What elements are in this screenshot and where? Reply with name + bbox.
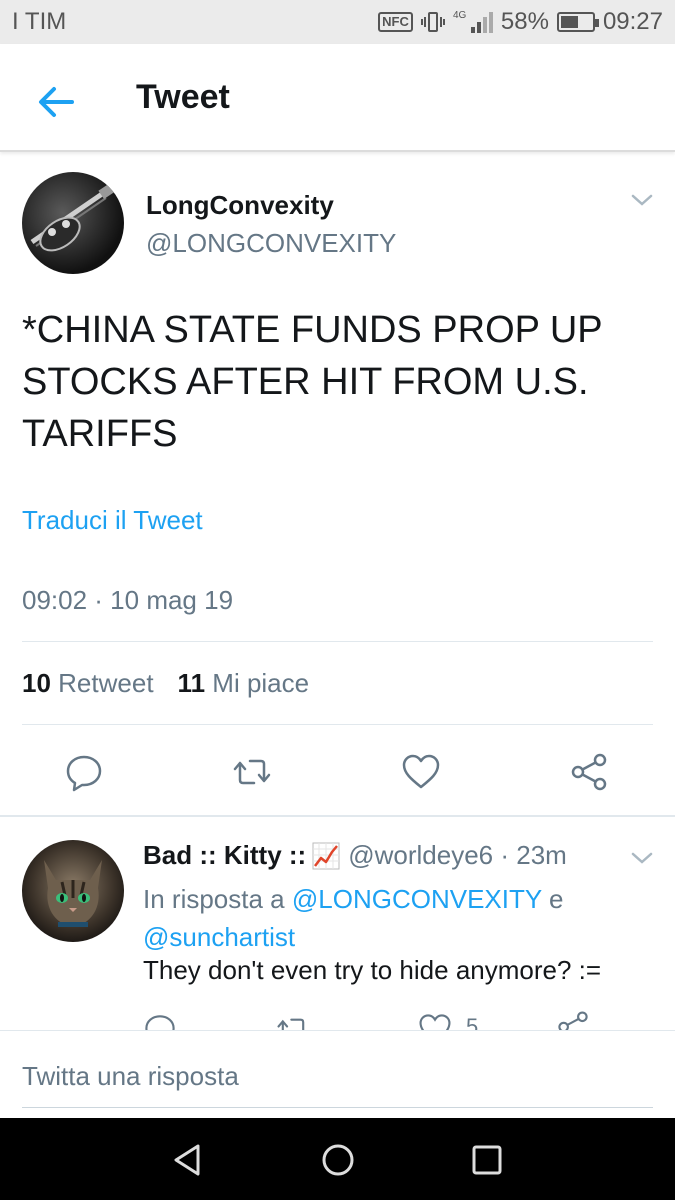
reply-handle[interactable]: @worldeye6	[348, 840, 493, 871]
reply-icon[interactable]	[64, 752, 104, 792]
retweet-count: 10	[22, 668, 51, 698]
status-icons: NFC 4G 58% 09:27	[378, 8, 663, 36]
chevron-down-icon[interactable]	[630, 192, 654, 208]
network-type-label: 4G	[453, 10, 467, 21]
nfc-icon: NFC	[378, 12, 413, 32]
author-handle[interactable]: @LONGCONVEXITY	[146, 228, 396, 259]
translate-tweet-link[interactable]: Traduci il Tweet	[22, 505, 203, 536]
tweet-timestamp: 09:02 · 10 mag 19	[22, 585, 234, 615]
system-nav-bar	[0, 1118, 675, 1200]
like-label: Mi piace	[212, 668, 310, 698]
share-icon[interactable]	[569, 752, 609, 792]
reply-separator: ·	[500, 840, 510, 870]
app-bar: Tweet	[0, 44, 675, 152]
like-count: 11	[177, 668, 206, 698]
author-name[interactable]: LongConvexity	[146, 190, 334, 221]
guitar-avatar-image	[30, 182, 116, 252]
carrier-label: I TIM	[12, 8, 67, 35]
vibrate-icon	[420, 12, 445, 32]
reply-like-count: 5	[466, 1014, 479, 1030]
battery-level-fill	[560, 16, 579, 28]
tweet-stats: 10 Retweet 11 Mi piace	[22, 668, 309, 699]
retweet-icon[interactable]	[276, 1012, 310, 1030]
cat-avatar-image	[44, 860, 102, 927]
heart-icon[interactable]	[418, 1012, 452, 1030]
mention-link[interactable]: @LONGCONVEXITY	[292, 884, 542, 914]
section-divider	[0, 815, 675, 817]
status-bar: I TIM NFC 4G 58% 09:27	[0, 0, 675, 44]
compose-underline	[22, 1107, 653, 1108]
reply-context: In risposta a @LONGCONVEXITY e @sunchart…	[143, 880, 643, 956]
nav-home-icon[interactable]	[318, 1140, 358, 1180]
divider	[22, 724, 653, 725]
retweet-stat[interactable]: 10 Retweet	[22, 668, 154, 699]
mention-link[interactable]: @sunchartist	[143, 922, 295, 952]
page-title: Tweet	[136, 78, 230, 116]
nav-back-icon[interactable]	[168, 1140, 208, 1180]
reply-context-prefix: In risposta a	[143, 884, 285, 914]
reply-icon[interactable]	[143, 1012, 177, 1030]
clock: 09:27	[602, 8, 663, 35]
avatar[interactable]	[22, 172, 124, 274]
reply-context-joiner: e	[548, 884, 564, 914]
chevron-down-icon[interactable]	[630, 850, 654, 866]
retweet-icon[interactable]	[232, 752, 272, 792]
nav-recents-icon[interactable]	[467, 1140, 507, 1180]
reply-header: Bad :: Kitty :: @worldeye6 · 23m	[143, 840, 567, 871]
divider	[22, 641, 653, 642]
battery-icon	[556, 12, 599, 32]
signal-icon: 4G	[453, 10, 493, 33]
reply-author-name[interactable]: Bad :: Kitty ::	[143, 840, 306, 871]
compose-reply-bar[interactable]: Twitta una risposta	[0, 1030, 675, 1118]
reply-avatar[interactable]	[22, 840, 124, 942]
heart-icon[interactable]	[401, 752, 441, 792]
like-stat[interactable]: 11 Mi piace	[178, 668, 310, 699]
arrow-left-icon[interactable]	[36, 82, 76, 122]
share-icon[interactable]	[556, 1010, 590, 1030]
tweet-text: *CHINA STATE FUNDS PROP UP STOCKS AFTER …	[22, 309, 602, 455]
reply-time: 23m	[516, 840, 567, 870]
compose-reply-input[interactable]: Twitta una risposta	[22, 1061, 239, 1092]
retweet-label: Retweet	[58, 668, 154, 698]
reply-text: They don't even try to hide anymore? :=	[143, 955, 602, 985]
battery-percent: 58%	[500, 8, 549, 35]
reply-actions: 5	[0, 1000, 675, 1030]
chart-increasing-icon	[312, 842, 340, 869]
